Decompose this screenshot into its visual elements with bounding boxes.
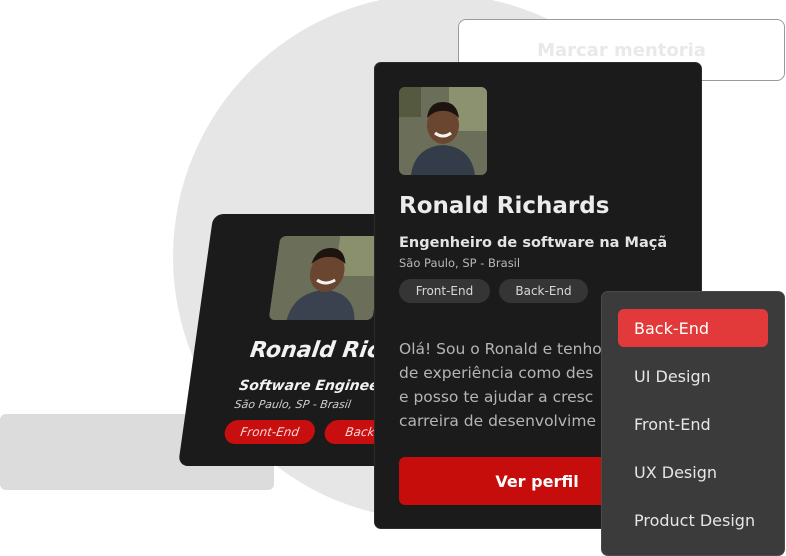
menu-item-front-end[interactable]: Front-End [618,405,768,443]
avatar [268,236,385,320]
schedule-mentoring-label: Marcar mentoria [537,39,706,61]
menu-item-ui-design[interactable]: UI Design [618,357,768,395]
person-avatar-icon [399,87,487,175]
menu-item-back-end[interactable]: Back-End [618,309,768,347]
view-profile-label: Ver perfil [495,471,579,491]
avatar [399,87,487,175]
mentor-role: Engenheiro de software na Maçã [399,235,668,251]
tag-back-end: Back-End [499,279,588,303]
menu-item-ux-design[interactable]: UX Design [618,453,768,491]
person-avatar-icon [268,236,385,320]
mentor-location: São Paulo, SP - Brasil [233,398,352,411]
mentor-location: São Paulo, SP - Brasil [399,256,521,270]
menu-item-product-design[interactable]: Product Design [618,501,768,539]
tag-front-end: Front-End [223,420,317,444]
mentor-name: Ronald Richards [399,193,610,219]
tag-front-end: Front-End [399,279,490,303]
mentor-role: Software Engineer [238,378,387,394]
specialty-dropdown-menu: Back-End UI Design Front-End UX Design P… [602,292,784,555]
